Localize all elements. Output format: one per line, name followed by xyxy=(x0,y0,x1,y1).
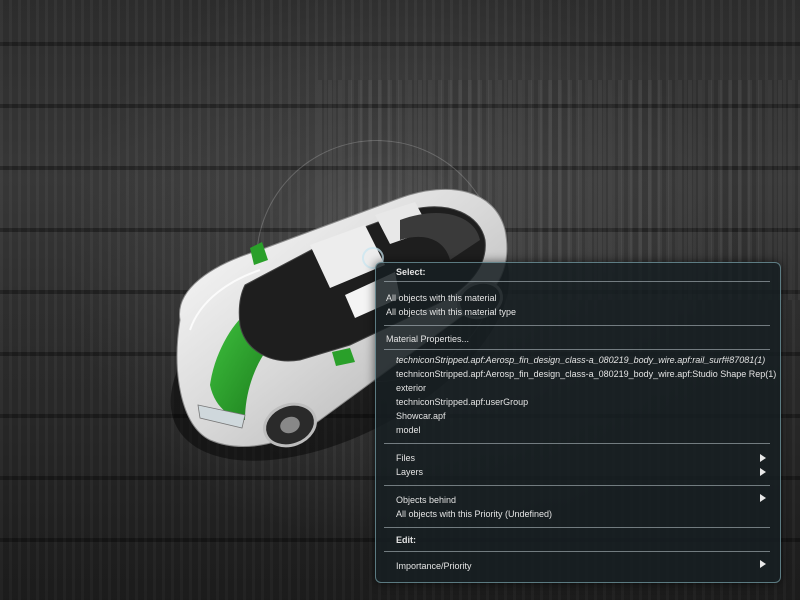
menu-separator xyxy=(384,349,770,350)
chevron-right-icon xyxy=(760,454,766,462)
menu-item-layers[interactable]: Layers xyxy=(396,465,423,479)
chevron-right-icon xyxy=(760,468,766,476)
select-section-title: Select: xyxy=(396,267,426,277)
menu-item-files[interactable]: Files xyxy=(396,451,415,465)
menu-separator xyxy=(384,281,770,282)
menu-item-hierarchy-3[interactable]: techniconStripped.apf:userGroup xyxy=(396,395,528,409)
menu-item-all-with-material[interactable]: All objects with this material xyxy=(386,291,497,305)
menu-separator xyxy=(384,325,770,326)
chevron-right-icon xyxy=(760,560,766,568)
menu-separator xyxy=(384,551,770,552)
menu-separator xyxy=(384,485,770,486)
menu-item-hierarchy-1[interactable]: techniconStripped.apf:Aerosp_fin_design_… xyxy=(396,367,776,381)
menu-item-importance-priority[interactable]: Importance/Priority xyxy=(396,559,472,573)
edit-section-title: Edit: xyxy=(396,535,416,545)
menu-separator xyxy=(384,443,770,444)
menu-separator xyxy=(384,527,770,528)
menu-item-objects-behind[interactable]: Objects behind xyxy=(396,493,456,507)
chevron-right-icon xyxy=(760,494,766,502)
menu-item-hierarchy-0[interactable]: techniconStripped.apf:Aerosp_fin_design_… xyxy=(396,353,765,367)
menu-item-material-properties[interactable]: Material Properties... xyxy=(386,332,469,346)
context-menu: Select: All objects with this material A… xyxy=(375,262,781,583)
menu-item-hierarchy-4[interactable]: Showcar.apf xyxy=(396,409,446,423)
menu-item-hierarchy-2[interactable]: exterior xyxy=(396,381,426,395)
menu-item-hierarchy-5[interactable]: model xyxy=(396,423,421,437)
menu-item-all-with-priority[interactable]: All objects with this Priority (Undefine… xyxy=(396,507,552,521)
menu-item-all-with-material-type[interactable]: All objects with this material type xyxy=(386,305,516,319)
